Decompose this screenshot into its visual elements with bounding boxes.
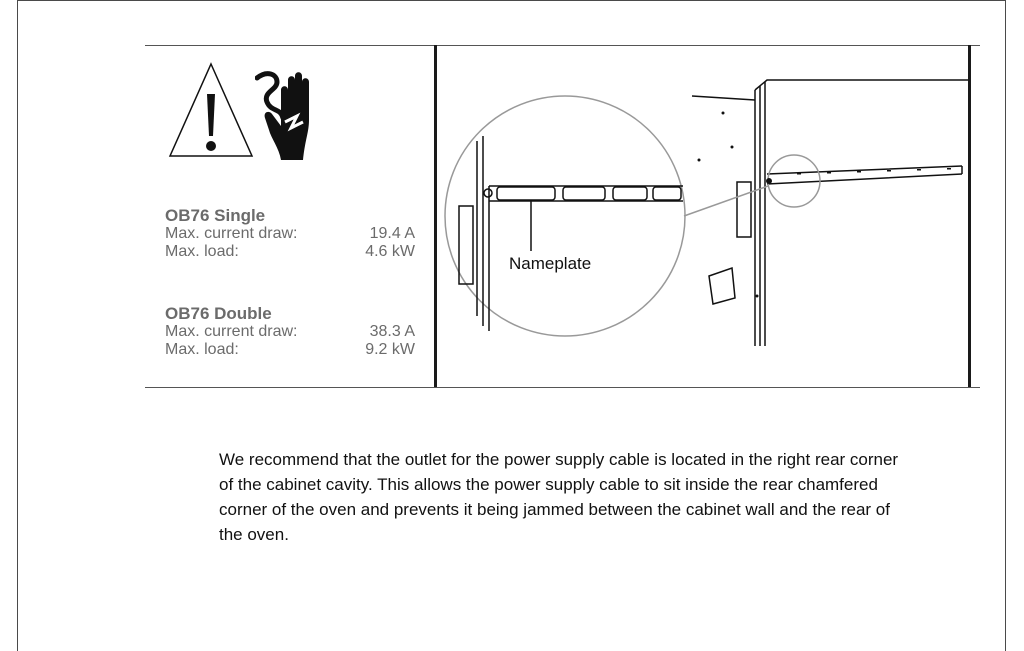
table-bottom-rule (145, 387, 980, 388)
spec-row: Max. current draw: 38.3 A (165, 323, 415, 341)
spec-value: 4.6 kW (365, 243, 415, 260)
spec-label: Max. load: (165, 341, 239, 358)
spec-value: 9.2 kW (365, 341, 415, 358)
spec-row: Max. load: 4.6 kW (165, 243, 415, 261)
body-paragraph: We recommend that the outlet for the pow… (219, 450, 899, 544)
oven-nameplate-diagram (444, 79, 968, 346)
spec-label: Max. load: (165, 243, 239, 260)
electric-shock-hand-icon (255, 71, 309, 160)
spec-model-title: OB76 Double (165, 304, 272, 323)
warning-triangle-icon (168, 62, 254, 157)
spec-value: 38.3 A (369, 323, 415, 340)
spec-label: Max. current draw: (165, 225, 298, 242)
spec-value: 19.4 A (369, 225, 415, 242)
spec-model-title: OB76 Single (165, 206, 266, 225)
table-right-border (968, 45, 971, 387)
spec-block-single: OB76 Single Max. current draw: 19.4 A Ma… (165, 207, 415, 261)
spec-row: Max. load: 9.2 kW (165, 341, 415, 359)
nameplate-callout: Nameplate (509, 254, 592, 273)
spec-row: Max. current draw: 19.4 A (165, 225, 415, 243)
spec-label: Max. current draw: (165, 323, 298, 340)
spec-block-double: OB76 Double Max. current draw: 38.3 A Ma… (165, 305, 415, 359)
